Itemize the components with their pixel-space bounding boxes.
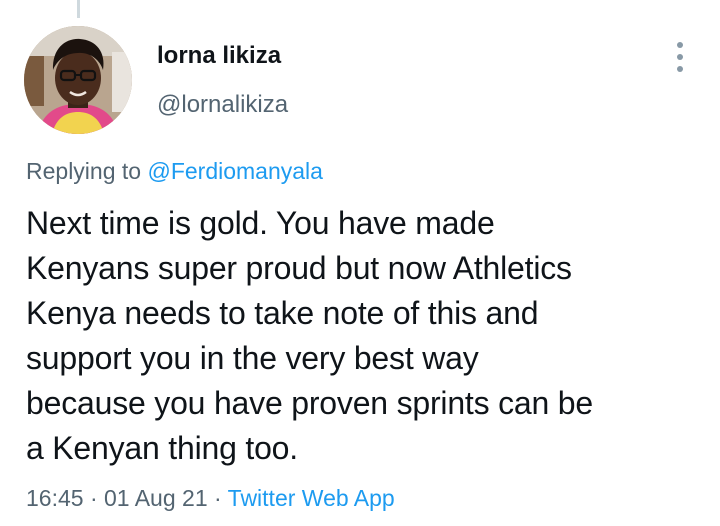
tweet-source-link[interactable]: Twitter Web App (228, 485, 395, 511)
replying-to-label: Replying to (26, 158, 142, 184)
tweet-card: lorna likiza @lornalikiza Replying to @F… (0, 0, 720, 526)
meta-separator: · (89, 485, 98, 511)
display-name[interactable]: lorna likiza (157, 42, 281, 70)
replying-to-mention-link[interactable]: @Ferdiomanyala (147, 158, 322, 184)
tweet-time-link[interactable]: 16:45 (26, 485, 84, 511)
tweet-date[interactable]: 01 Aug 21 (104, 485, 208, 511)
user-handle[interactable]: @lornalikiza (157, 91, 288, 119)
thread-connector-line (77, 0, 80, 18)
more-dot (677, 54, 683, 60)
more-dot (677, 66, 683, 72)
tweet-text: Next time is gold. You have made Kenyans… (26, 205, 593, 466)
avatar[interactable] (24, 26, 132, 134)
more-options-icon[interactable] (670, 42, 690, 72)
replying-to-line: Replying to @Ferdiomanyala (26, 158, 323, 185)
tweet-meta: 16:45 · 01 Aug 21 · Twitter Web App (26, 485, 395, 512)
meta-separator: · (214, 485, 222, 511)
avatar-image (24, 26, 132, 134)
more-dot (677, 42, 683, 48)
